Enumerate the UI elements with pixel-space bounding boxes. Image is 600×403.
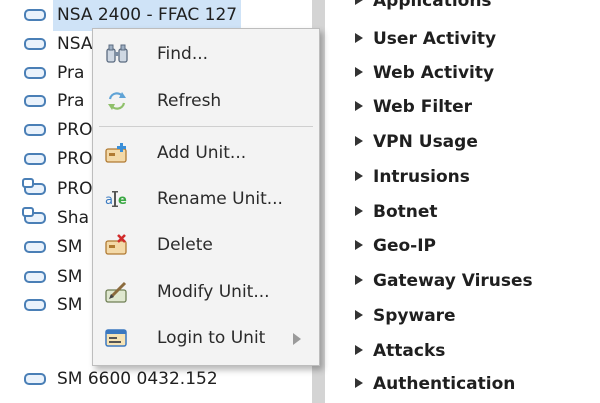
tree-item-label: Pra [57, 63, 85, 83]
tree-item-label: NSA 2400 - FFAC 127 [53, 0, 242, 31]
binoculars-icon [106, 44, 128, 63]
tree-item-label: PRO [57, 120, 93, 140]
tree-item[interactable]: NSA 2400 - FFAC 127 [0, 0, 312, 31]
expand-arrow-icon [355, 275, 363, 285]
menu-item-delete[interactable]: Delete [93, 223, 319, 268]
report-item[interactable]: User Activity [355, 22, 496, 56]
tree-item-label: SM [57, 267, 83, 287]
report-item-label: VPN Usage [373, 132, 478, 152]
report-item[interactable]: Spyware [355, 299, 456, 333]
device-icon [24, 9, 46, 21]
expand-arrow-icon [355, 101, 363, 111]
expand-arrow-icon [355, 206, 363, 216]
report-item[interactable]: Authentication [355, 367, 515, 401]
report-item[interactable]: Gateway Viruses [355, 264, 533, 298]
report-item-label: User Activity [373, 29, 497, 49]
context-menu: Find... Refresh Add Unit... a e Rename U… [92, 28, 320, 366]
tree-item-label: NSA [57, 34, 93, 54]
menu-item-find[interactable]: Find... [93, 32, 319, 77]
tree-item-label: Pra [57, 91, 85, 111]
expand-arrow-icon [355, 240, 363, 250]
report-item-label: Authentication [373, 374, 516, 394]
menu-item-label: Login to Unit [157, 328, 266, 348]
report-item[interactable]: Attacks [355, 334, 445, 368]
tree-item-label: SM [57, 295, 83, 315]
expand-arrow-icon [355, 136, 363, 146]
report-item-label: Spyware [373, 306, 456, 326]
menu-item-add-unit[interactable]: Add Unit... [93, 131, 319, 176]
expand-arrow-icon [355, 378, 363, 388]
report-item[interactable]: Intrusions [355, 160, 470, 194]
submenu-arrow-icon [293, 333, 301, 345]
svg-text:e: e [118, 193, 127, 208]
expand-arrow-icon [355, 171, 363, 181]
device-icon [24, 124, 46, 136]
tree-item-label: SM [57, 237, 83, 257]
menu-item-modify-unit[interactable]: Modify Unit... [93, 270, 319, 315]
expand-arrow-icon [355, 67, 363, 77]
report-item-label: Gateway Viruses [373, 271, 533, 291]
menu-item-label: Refresh [157, 91, 222, 111]
device-icon [24, 38, 46, 50]
report-item[interactable]: VPN Usage [355, 125, 478, 159]
menu-item-label: Add Unit... [157, 143, 247, 163]
report-item-label: Web Filter [373, 97, 473, 117]
report-item-label: Attacks [373, 341, 446, 361]
expand-arrow-icon [355, 0, 363, 5]
device-icon [24, 271, 46, 283]
report-item-applications[interactable]: Applications [355, 0, 492, 18]
menu-item-rename-unit[interactable]: a e Rename Unit... [93, 177, 319, 222]
menu-item-label: Delete [157, 235, 213, 255]
device-icon [24, 153, 46, 165]
report-item-label: Intrusions [373, 167, 470, 187]
expand-arrow-icon [355, 345, 363, 355]
report-item-label: Applications [373, 0, 492, 11]
reports-list: Applications User Activity Web Activity … [343, 0, 600, 403]
report-item[interactable]: Web Filter [355, 90, 472, 124]
expand-arrow-icon [355, 310, 363, 320]
menu-item-label: Rename Unit... [157, 189, 283, 209]
expand-arrow-icon [355, 33, 363, 43]
refresh-icon [108, 92, 126, 110]
report-item[interactable]: Web Activity [355, 56, 494, 90]
tree-item[interactable]: SM 6600 0432.152 [0, 364, 312, 395]
tree-item-label: PRO [57, 179, 93, 199]
tree-item-label: PRO [57, 149, 93, 169]
report-item-label: Geo-IP [373, 236, 437, 256]
tree-item-label: Sha [57, 208, 89, 228]
menu-item-label: Modify Unit... [157, 282, 270, 302]
device-icon [24, 241, 46, 253]
device-icon [24, 95, 46, 107]
report-item-label: Botnet [373, 202, 438, 222]
login-icon [105, 329, 127, 347]
menu-item-label: Find... [157, 44, 209, 64]
menu-separator [99, 126, 313, 127]
menu-item-login-to-unit[interactable]: Login to Unit [93, 316, 319, 361]
device-icon [24, 67, 46, 79]
svg-text:a: a [105, 193, 113, 208]
add-unit-icon [105, 143, 127, 163]
tree-item-label: SM 6600 0432.152 [57, 369, 218, 389]
report-item-label: Web Activity [373, 63, 495, 83]
report-item[interactable]: Geo-IP [355, 229, 436, 263]
modify-icon [105, 281, 127, 303]
report-item[interactable]: Botnet [355, 195, 438, 229]
delete-icon [105, 234, 127, 255]
menu-item-refresh[interactable]: Refresh [93, 79, 319, 124]
rename-icon: a e [105, 191, 127, 208]
device-icon [24, 373, 46, 385]
linked-device-icon [22, 207, 46, 224]
device-icon [24, 299, 46, 311]
linked-device-icon [22, 178, 46, 195]
